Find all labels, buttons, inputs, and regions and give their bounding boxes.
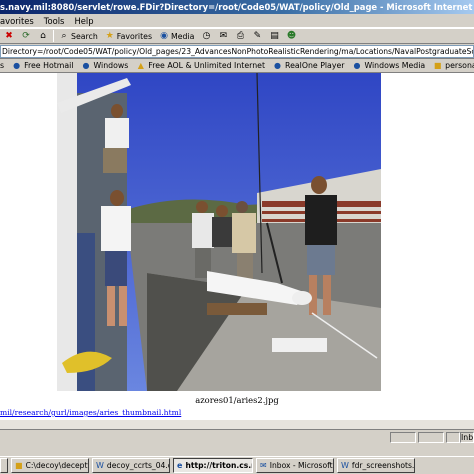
menu-bar: avorites Tools Help [0,14,474,28]
taskbar-item-label: decoy_ccrts_04.d... [106,461,169,470]
mail-icon: ✉ [219,31,228,41]
taskbar-item-inbox[interactable]: ✉ Inbox - Microsoft O... [256,458,334,473]
window-title: s.navy.mil:8080/servlet/rowe.FDir?Direct… [0,2,474,12]
taskbar-item-browser[interactable]: e http://triton.cs.n... [173,458,253,473]
windows-media-icon: ● [353,61,361,70]
links-item-label: Free AOL & Unlimited Internet [148,61,266,70]
address-input[interactable]: Directory=/root/Code05/WAT/policy/Old_pa… [0,44,474,58]
links-item-label: personal [445,61,474,70]
links-item-windows-media[interactable]: ● Windows Media [352,61,425,70]
address-bar: Directory=/root/Code05/WAT/policy/Old_pa… [0,44,474,59]
media-icon: ◉ [160,31,168,41]
taskbar-item-explorer[interactable] [0,458,8,473]
hotmail-icon: ● [13,61,21,70]
links-item-label: Free Hotmail [24,61,74,70]
standard-toolbar: ✖ ⟳ ⌂ ⌕ Search ★ Favorites ◉ Media ◷ ✉ ⎙… [0,28,474,44]
history-button[interactable]: ◷ [199,30,213,43]
folder-icon: ■ [433,61,442,70]
menu-help[interactable]: Help [74,16,93,26]
media-button[interactable]: ◉ Media [157,30,196,43]
links-item-hotmail[interactable]: ● Free Hotmail [12,61,73,70]
outlook-icon: ✉ [260,460,267,470]
horizontal-scrollbar[interactable] [0,419,474,429]
refresh-icon: ⟳ [22,31,30,41]
messenger-button[interactable]: ☻ [284,30,298,43]
favorites-label: Favorites [116,31,153,41]
search-icon: ⌕ [61,31,67,41]
taskbar-item-decoy-doc[interactable]: W decoy_ccrts_04.d... [92,458,170,473]
print-button[interactable]: ⎙ [233,30,247,43]
search-button[interactable]: ⌕ Search [57,30,100,43]
search-label: Search [71,31,98,41]
ie-icon: e [177,460,183,470]
mail-button[interactable]: ✉ [216,30,230,43]
thumbnail-link[interactable]: mil/research/gurl/images/aries_thumbnail… [0,408,181,417]
taskbar-item-label: C:\decoy\decepttheo [25,461,88,470]
status-misc-cell [446,432,460,443]
star-icon: ★ [105,31,114,41]
toolbar-separator [53,30,54,42]
history-icon: ◷ [202,31,211,41]
taskbar-item-folder[interactable]: ■ C:\decoy\decepttheo [11,458,89,473]
discuss-button[interactable]: ▤ [267,30,281,43]
taskbar-item-label: fdr_screenshots.d... [351,461,415,470]
links-item-label: Windows [93,61,129,70]
taskbar-item-label: http://triton.cs.n... [185,461,252,470]
links-item-aol[interactable]: ▲ Free AOL & Unlimited Internet [136,61,265,70]
links-item-s[interactable]: s [0,61,4,70]
realone-icon: ● [274,61,282,70]
stop-icon: ✖ [5,31,13,41]
print-icon: ⎙ [236,31,245,41]
status-security-cell [418,432,444,443]
dock-photo [57,73,381,391]
status-bar: Inb [0,429,474,443]
taskbar-item-fdr-doc[interactable]: W fdr_screenshots.d... [337,458,415,473]
links-item-realone[interactable]: ● RealOne Player [273,61,344,70]
favorites-button[interactable]: ★ Favorites [103,30,154,43]
discuss-icon: ▤ [270,31,279,41]
media-label: Media [171,31,195,41]
folder-icon: ■ [15,460,23,470]
home-button[interactable]: ⌂ [36,30,50,43]
warning-icon: ▲ [137,61,144,70]
links-item-windows[interactable]: ● Windows [81,61,128,70]
page-content: azores01/aries2.jpg mil/research/gurl/im… [0,73,474,419]
stop-button[interactable]: ✖ [2,30,16,43]
document-icon: W [341,460,349,470]
menu-favorites[interactable]: avorites [0,16,34,26]
links-item-label: Windows Media [364,61,426,70]
image-caption: azores01/aries2.jpg [195,395,279,405]
messenger-icon: ☻ [286,31,297,41]
status-progress-cell [390,432,416,443]
status-zone: Inb [460,432,474,443]
windows-icon: ● [82,61,90,70]
home-icon: ⌂ [40,31,46,41]
edit-button[interactable]: ✎ [250,30,264,43]
taskbar-item-label: Inbox - Microsoft O... [269,461,333,470]
taskbar: ■ C:\decoy\decepttheo W decoy_ccrts_04.d… [0,456,474,474]
links-item-personal[interactable]: ■ personal [433,61,474,70]
links-item-label: s [0,61,5,70]
links-item-label: RealOne Player [285,61,345,70]
edit-icon: ✎ [253,31,262,41]
window-title-bar[interactable]: s.navy.mil:8080/servlet/rowe.FDir?Direct… [0,0,474,14]
menu-tools[interactable]: Tools [44,16,65,26]
refresh-button[interactable]: ⟳ [19,30,33,43]
links-bar: s ● Free Hotmail ● Windows ▲ Free AOL & … [0,59,474,73]
document-icon: W [96,460,104,470]
